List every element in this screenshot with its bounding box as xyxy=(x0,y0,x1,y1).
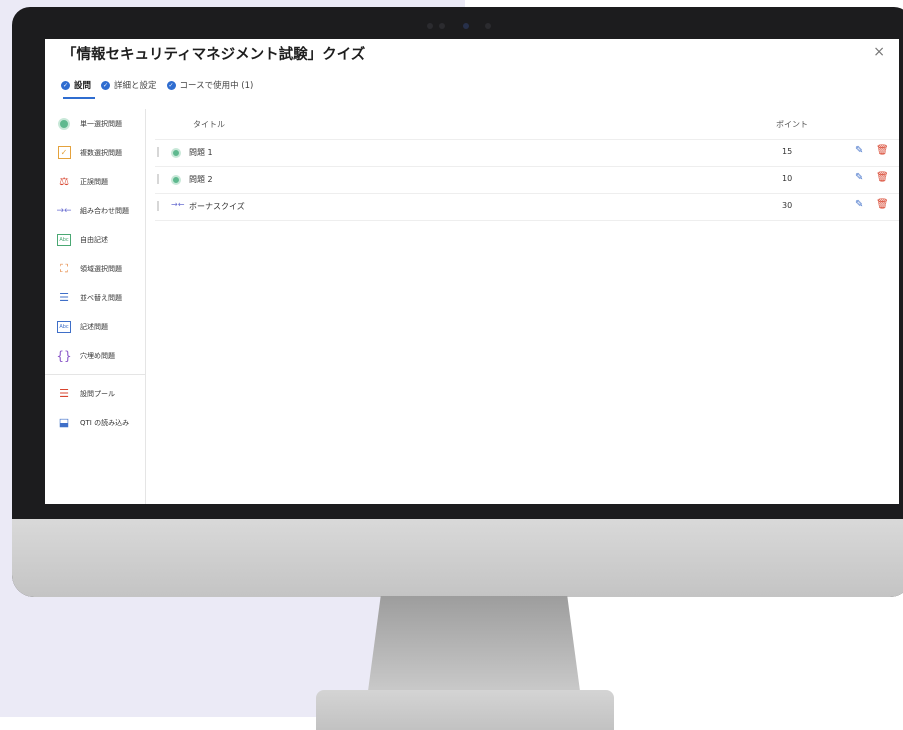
sidebar-item-qti-import[interactable]: ⬓ QTI の読み込み xyxy=(45,408,145,437)
question-points: 10 xyxy=(782,174,793,183)
trash-icon[interactable]: 🗑 xyxy=(876,145,889,156)
question-type-sidebar: 単一選択問題 ✓ 複数選択問題 ⚖ 正誤問題 →← 組み合わせ問題 Abc 自由… xyxy=(45,109,146,504)
sidebar-item-short-answer[interactable]: Abc 記述問題 xyxy=(45,312,145,341)
question-title[interactable]: 問題 2 xyxy=(189,174,213,185)
table-header: タイトル ポイント xyxy=(155,117,899,139)
camera-dot xyxy=(439,23,445,29)
monitor-chin xyxy=(12,519,903,597)
sidebar-item-label: 領域選択問題 xyxy=(80,264,122,273)
column-header-points: ポイント xyxy=(776,120,808,129)
import-icon: ⬓ xyxy=(58,416,70,429)
tab-label: 設問 xyxy=(74,81,92,91)
active-tab-indicator xyxy=(63,97,95,99)
radio-icon xyxy=(56,117,72,131)
tab-used-in-courses[interactable]: ✓ コースで使用中 (1) xyxy=(166,79,254,91)
sidebar-item-label: 組み合わせ問題 xyxy=(80,206,129,215)
essay-icon: Abc xyxy=(56,233,72,247)
quiz-editor-window: 「情報セキュリティマネジメント試験」クイズ × ✓ 設問 ✓ 詳細と設定 ✓ コ… xyxy=(45,39,899,504)
sidebar-item-fill-blank[interactable]: {} 穴埋め問題 xyxy=(45,341,145,370)
tab-bar: ✓ 設問 ✓ 詳細と設定 ✓ コースで使用中 (1) xyxy=(61,79,253,91)
trash-icon[interactable]: 🗑 xyxy=(876,199,889,210)
sidebar-item-label: 記述問題 xyxy=(80,322,108,331)
sidebar-item-label: 単一選択問題 xyxy=(80,119,122,128)
trash-icon[interactable]: 🗑 xyxy=(876,172,889,183)
sidebar-item-label: 正誤問題 xyxy=(80,177,108,186)
question-points: 15 xyxy=(782,147,793,156)
camera-dot xyxy=(427,23,433,29)
drag-handle-icon[interactable] xyxy=(157,147,159,157)
sidebar-item-label: 穴埋め問題 xyxy=(80,351,115,360)
sidebar-item-single-choice[interactable]: 単一選択問題 xyxy=(45,109,145,138)
drag-handle-icon[interactable] xyxy=(157,174,159,184)
sidebar-divider xyxy=(45,374,145,375)
tab-label: 詳細と設定 xyxy=(114,81,157,91)
tab-questions[interactable]: ✓ 設問 xyxy=(61,79,91,91)
pencil-icon[interactable]: ✎ xyxy=(855,145,863,156)
sidebar-item-label: 並べ替え問題 xyxy=(80,293,122,302)
dialog-title: 「情報セキュリティマネジメント試験」クイズ xyxy=(62,47,366,63)
braces-icon: {} xyxy=(56,348,72,363)
question-title[interactable]: ボーナスクイズ xyxy=(189,201,245,212)
sidebar-item-label: QTI の読み込み xyxy=(80,418,130,427)
checkbox-icon: ✓ xyxy=(56,146,72,160)
radio-icon xyxy=(171,148,181,158)
table-row[interactable]: 問題 2 10 ✎ 🗑 xyxy=(155,166,899,193)
sidebar-item-label: 複数選択問題 xyxy=(80,148,122,157)
monitor-stand xyxy=(368,596,580,691)
check-circle-icon: ✓ xyxy=(101,80,111,90)
camera-lens xyxy=(463,23,469,29)
close-icon[interactable]: × xyxy=(873,44,885,60)
ordering-icon: ☰ xyxy=(59,291,69,304)
pencil-icon[interactable]: ✎ xyxy=(855,172,863,183)
pencil-icon[interactable]: ✎ xyxy=(855,199,863,210)
sidebar-item-question-pool[interactable]: ☰ 設問プール xyxy=(45,379,145,408)
monitor-base xyxy=(316,690,614,730)
tab-details-settings[interactable]: ✓ 詳細と設定 xyxy=(101,79,157,91)
short-answer-icon: Abc xyxy=(56,320,72,334)
hotspot-icon: ⛶ xyxy=(60,261,68,275)
sidebar-item-true-false[interactable]: ⚖ 正誤問題 xyxy=(45,167,145,196)
sidebar-item-hotspot[interactable]: ⛶ 領域選択問題 xyxy=(45,254,145,283)
tab-label: コースで使用中 (1) xyxy=(179,81,254,91)
drag-handle-icon[interactable] xyxy=(157,201,159,211)
sidebar-item-label: 自由記述 xyxy=(80,235,108,244)
matching-arrows-icon: →← xyxy=(56,205,72,216)
monitor-frame: 「情報セキュリティマネジメント試験」クイズ × ✓ 設問 ✓ 詳細と設定 ✓ コ… xyxy=(12,7,903,597)
list-pool-icon: ☰ xyxy=(59,387,69,400)
check-circle-icon: ✓ xyxy=(166,80,176,90)
sidebar-item-label: 設問プール xyxy=(80,389,115,398)
matching-arrows-icon: →← xyxy=(171,200,185,209)
table-row[interactable]: →← ボーナスクイズ 30 ✎ 🗑 xyxy=(155,193,899,221)
sidebar-item-ordering[interactable]: ☰ 並べ替え問題 xyxy=(45,283,145,312)
check-circle-icon: ✓ xyxy=(61,80,70,90)
column-header-title: タイトル xyxy=(193,120,225,129)
sidebar-item-matching[interactable]: →← 組み合わせ問題 xyxy=(45,196,145,225)
question-points: 30 xyxy=(782,201,793,210)
sidebar-item-essay[interactable]: Abc 自由記述 xyxy=(45,225,145,254)
sidebar-item-multiple-choice[interactable]: ✓ 複数選択問題 xyxy=(45,138,145,167)
question-title[interactable]: 問題 1 xyxy=(189,147,213,158)
table-row[interactable]: 問題 1 15 ✎ 🗑 xyxy=(155,139,899,166)
scale-icon: ⚖ xyxy=(59,175,69,188)
questions-table: タイトル ポイント 問題 1 15 ✎ 🗑 問題 2 10 ✎ 🗑 →← ボーナ… xyxy=(155,117,899,221)
radio-icon xyxy=(171,175,181,185)
camera-dot xyxy=(485,23,491,29)
